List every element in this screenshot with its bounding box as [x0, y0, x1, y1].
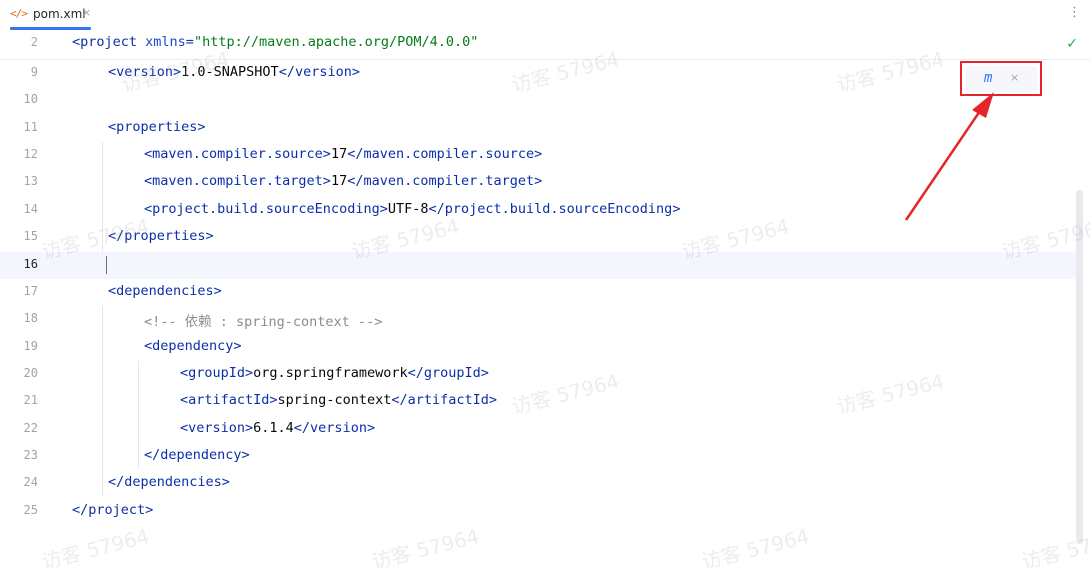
vertical-scrollbar[interactable]	[1076, 190, 1083, 544]
annotation-arrow	[904, 92, 994, 221]
